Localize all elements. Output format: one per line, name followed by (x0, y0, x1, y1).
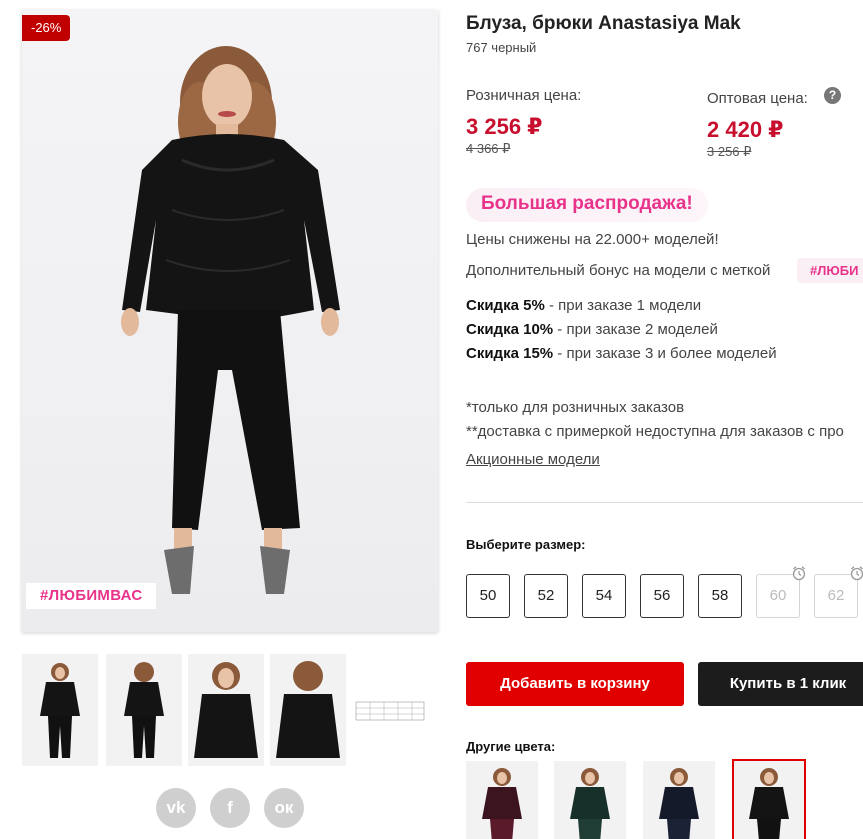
size-option-52[interactable]: 52 (524, 574, 568, 618)
promo-tag: #ЛЮБИ (810, 263, 859, 278)
size-option-50[interactable]: 50 (466, 574, 510, 618)
discount-line-1-rest: - при заказе 1 модели (544, 297, 702, 314)
thumbnail-figure (194, 662, 258, 758)
thumbnail-figure (276, 661, 340, 758)
discount-line-3: Скидка 15% - при заказе 3 и более моделе… (466, 345, 777, 362)
retail-price-label: Розничная цена: (466, 87, 582, 104)
color-swatch-burgundy[interactable] (466, 761, 538, 839)
other-colors-title: Другие цвета: (466, 739, 556, 754)
discount-badge: -26% (22, 15, 71, 41)
thumbnail-figure (40, 663, 80, 758)
thumbnail-1[interactable] (22, 654, 98, 766)
thumbnail-2[interactable] (106, 654, 182, 766)
size-chart-icon (355, 701, 425, 721)
sale-headline: Большая распродажа! (481, 193, 693, 214)
thumbnail-4[interactable] (270, 654, 346, 766)
help-icon[interactable]: ? (824, 87, 841, 104)
retail-old-price: 4 366 ₽ (466, 141, 511, 156)
promo-note-1: *только для розничных заказов (466, 399, 685, 416)
thumbnail-size-chart[interactable] (352, 654, 428, 766)
alarm-clock-icon[interactable] (791, 565, 807, 581)
alarm-clock-icon[interactable] (849, 565, 863, 581)
size-option-58[interactable]: 58 (698, 574, 742, 618)
model-figure (121, 46, 340, 594)
discount-line-2: Скидка 10% - при заказе 2 моделей (466, 321, 718, 338)
promo-note-2: **доставка с примеркой недоступна для за… (466, 423, 844, 440)
discount-line-3-bold: Скидка 15% (466, 345, 554, 362)
size-option-56[interactable]: 56 (640, 574, 684, 618)
size-selector-title: Выберите размер: (466, 537, 586, 552)
color-swatch-green[interactable] (554, 761, 626, 839)
discount-line-2-bold: Скидка 10% (466, 321, 554, 338)
swatch-figure (482, 768, 522, 839)
buy-one-click-button[interactable]: Купить в 1 клик (698, 662, 863, 706)
discount-line-1-bold: Скидка 5% (466, 297, 545, 314)
discount-line-2-rest: - при заказе 2 моделей (553, 321, 718, 338)
color-swatch-black-selected[interactable] (732, 759, 806, 839)
product-title: Блуза, брюки Anastasiya Mak (466, 13, 741, 34)
size-option-54[interactable]: 54 (582, 574, 626, 618)
thumbnail-figure (124, 662, 164, 758)
add-to-cart-button[interactable]: Добавить в корзину (466, 662, 684, 706)
vk-share-icon[interactable]: vk (156, 788, 196, 828)
promo-line-2: Дополнительный бонус на модели с меткой (466, 262, 771, 279)
odnoklassniki-share-icon[interactable]: ок (264, 788, 304, 828)
product-article: 767 черный (466, 40, 537, 55)
swatch-figure (749, 768, 789, 839)
retail-price: 3 256 ₽ (466, 114, 543, 139)
thumbnail-strip (22, 654, 436, 766)
wholesale-price-label: Оптовая цена: (707, 90, 808, 107)
discount-line-3-rest: - при заказе 3 и более моделей (553, 345, 777, 362)
facebook-share-icon[interactable]: f (210, 788, 250, 828)
promo-line-1: Цены снижены на 22.000+ моделей! (466, 231, 719, 248)
wholesale-price: 2 420 ₽ (707, 117, 784, 142)
main-product-photo[interactable]: -26% #ЛЮБИМВАС (22, 10, 438, 632)
color-swatch-navy[interactable] (643, 761, 715, 839)
divider (466, 502, 863, 503)
promo-models-link[interactable]: Акционные модели (466, 451, 600, 468)
swatch-figure (659, 768, 699, 839)
thumbnail-3[interactable] (188, 654, 264, 766)
discount-line-1: Скидка 5% - при заказе 1 модели (466, 297, 701, 314)
wholesale-old-price: 3 256 ₽ (707, 144, 752, 159)
swatch-figure (570, 768, 610, 839)
hashtag-badge: #ЛЮБИМВАС (26, 583, 157, 609)
